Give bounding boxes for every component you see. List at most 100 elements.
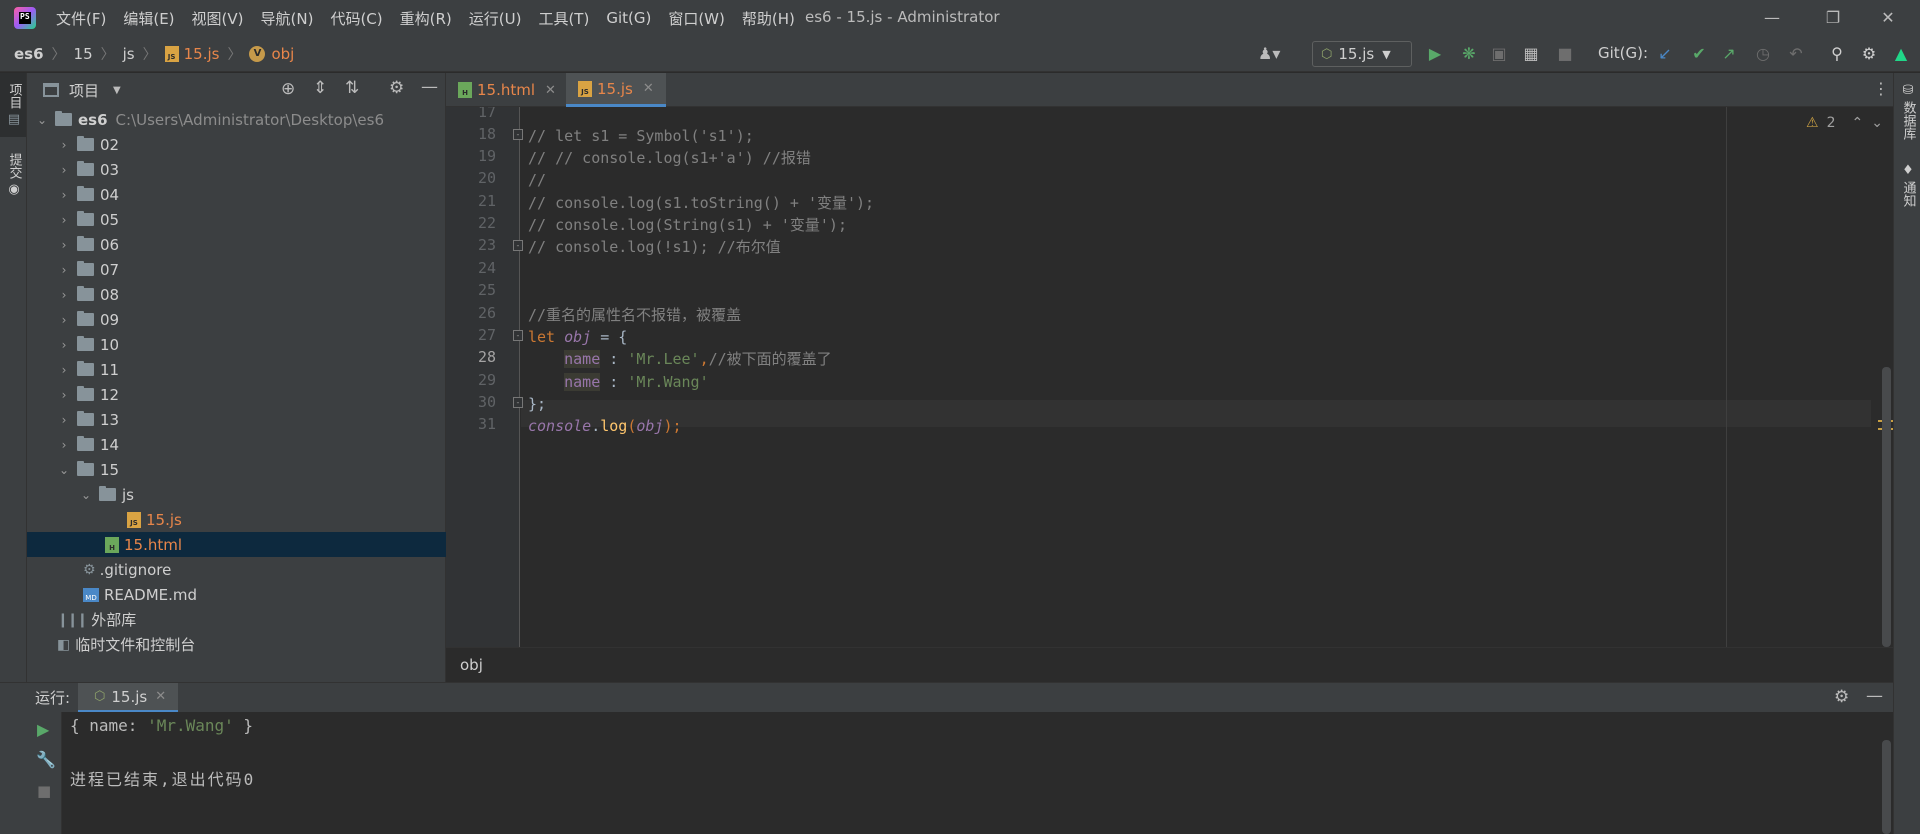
chevron-right-icon[interactable]: › [57,213,71,227]
code-editor[interactable]: 17 18 19 20 21 22 23 24 25 26 27 28 29 3… [446,107,1893,647]
run-tab-15js[interactable]: ⬡ 15.js ✕ [78,683,179,713]
tree-folder-10[interactable]: › 10 [27,332,446,357]
git-push-icon[interactable]: ↗ [1718,43,1740,65]
fold-end-icon[interactable]: - [513,397,523,408]
fold-end-icon[interactable]: - [513,240,523,251]
chevron-right-icon[interactable]: › [57,138,71,152]
breadcrumb-js[interactable]: js [123,45,135,63]
search-icon[interactable]: ⚲ [1826,43,1848,65]
collapse-all-icon[interactable]: ⇅ [345,78,359,98]
inspection-indicator[interactable]: ⚠ 2 ⌃ ⌄ [1806,115,1883,131]
close-tab-icon[interactable]: ✕ [155,689,166,704]
menu-help[interactable]: 帮助(H) [742,8,795,29]
menu-file[interactable]: 文件(F) [56,8,106,29]
tree-file-15html[interactable]: H 15.html [27,532,446,557]
tree-folder-04[interactable]: › 04 [27,182,446,207]
tab-15js[interactable]: JS 15.js ✕ [566,73,666,107]
tree-folder-15[interactable]: ⌄ 15 [27,457,446,482]
chevron-down-icon[interactable]: ⌄ [35,113,49,127]
tab-15html[interactable]: H 15.html ✕ [446,73,568,107]
breadcrumb-obj[interactable]: obj [271,45,294,63]
chevron-right-icon[interactable]: › [57,288,71,302]
chevron-right-icon[interactable]: › [57,188,71,202]
minimize-icon[interactable]: — [1760,6,1784,30]
user-icon[interactable]: ♟▾ [1258,43,1280,65]
chevron-right-icon[interactable]: › [57,163,71,177]
notifications-tool-tab[interactable]: ♦ 通知 [1898,163,1918,207]
locate-icon[interactable]: ⊕ [281,79,295,99]
editor-breadcrumb-obj[interactable]: obj [460,656,483,674]
git-history-icon[interactable]: ◷ [1752,43,1774,65]
wrench-icon[interactable]: 🔧 [36,750,56,769]
tree-file-gitignore[interactable]: ⚙ .gitignore [27,557,446,582]
chevron-down-icon[interactable]: ⌄ [57,463,71,477]
chevron-down-icon[interactable]: ⌄ [1871,115,1883,131]
project-tool-tab[interactable]: 项目 ▤ [4,83,24,127]
rerun-icon[interactable]: ▶ [37,720,49,739]
tree-folder-08[interactable]: › 08 [27,282,446,307]
tree-folder-12[interactable]: › 12 [27,382,446,407]
tree-folder-05[interactable]: › 05 [27,207,446,232]
gear-icon[interactable]: ⚙ [1858,43,1880,65]
commit-tool-tab[interactable]: 提交 ◉ [4,153,24,197]
close-tab-icon[interactable]: ✕ [545,83,556,98]
profiler-icon[interactable]: ▦ [1520,43,1542,65]
tree-folder-06[interactable]: › 06 [27,232,446,257]
console-scrollbar[interactable] [1882,740,1891,834]
tree-scratches[interactable]: ◧ 临时文件和控制台 [27,632,446,657]
chevron-up-icon[interactable]: ⌃ [1851,115,1863,131]
chevron-right-icon[interactable]: › [57,438,71,452]
chevron-down-icon[interactable]: ⌄ [79,488,93,502]
chevron-right-icon[interactable]: › [57,238,71,252]
menu-view[interactable]: 视图(V) [192,8,244,29]
menu-edit[interactable]: 编辑(E) [123,8,174,29]
fold-marker-icon[interactable]: - [513,129,523,140]
editor-scrollbar[interactable] [1882,367,1891,647]
git-rollback-icon[interactable]: ↶ [1785,43,1807,65]
tree-file-readme[interactable]: MD README.md [27,582,446,607]
breadcrumb-15[interactable]: 15 [74,45,93,63]
tree-folder-03[interactable]: › 03 [27,157,446,182]
git-commit-icon[interactable]: ✔ [1688,43,1710,65]
tree-folder-09[interactable]: › 09 [27,307,446,332]
tree-root-es6[interactable]: ⌄ es6 C:\Users\Administrator\Desktop\es6 [27,107,446,132]
menu-code[interactable]: 代码(C) [330,8,382,29]
hide-panel-icon[interactable]: — [1866,686,1883,706]
git-update-icon[interactable]: ↙ [1654,43,1676,65]
run-config-selector[interactable]: ⬡ 15.js ▼ [1312,41,1412,67]
restore-icon[interactable]: ❐ [1821,6,1845,30]
close-icon[interactable]: ✕ [1876,6,1900,30]
tree-folder-11[interactable]: › 11 [27,357,446,382]
chevron-right-icon[interactable]: › [57,313,71,327]
chevron-right-icon[interactable]: › [57,263,71,277]
chevron-right-icon[interactable]: › [57,388,71,402]
more-tabs-icon[interactable]: ⋮ [1873,79,1889,98]
expand-all-icon[interactable]: ⇕ [313,78,327,98]
menu-tools[interactable]: 工具(T) [538,8,589,29]
debug-icon[interactable]: ❋ [1458,43,1480,65]
chevron-right-icon[interactable]: › [57,413,71,427]
run-icon[interactable]: ▶ [1424,43,1446,65]
gear-icon[interactable]: ⚙ [389,78,404,98]
run-console[interactable]: { name: 'Mr.Wang' } 进程已结束,退出代码0 [62,712,1893,834]
coverage-icon[interactable]: ▣ [1488,43,1510,65]
chevron-right-icon[interactable]: › [57,338,71,352]
menu-refactor[interactable]: 重构(R) [400,8,452,29]
breadcrumb-es6[interactable]: es6 [14,45,44,63]
close-tab-icon[interactable]: ✕ [643,81,654,96]
menu-git[interactable]: Git(G) [606,9,651,27]
hide-panel-icon[interactable]: — [421,77,438,97]
tree-folder-07[interactable]: › 07 [27,257,446,282]
chevron-right-icon[interactable]: › [57,363,71,377]
tree-folder-13[interactable]: › 13 [27,407,446,432]
chevron-down-icon[interactable]: ▼ [113,85,121,96]
project-panel-title[interactable]: 项目 [69,80,99,101]
database-tool-tab[interactable]: ⛁ 数据库 [1898,83,1918,140]
gear-icon[interactable]: ⚙ [1834,687,1849,707]
tree-file-15js[interactable]: JS 15.js [27,507,446,532]
menu-run[interactable]: 运行(U) [469,8,522,29]
jetbrains-space-icon[interactable]: ▲ [1890,43,1912,65]
stop-icon[interactable]: ■ [37,782,51,800]
menu-window[interactable]: 窗口(W) [668,8,725,29]
tree-folder-14[interactable]: › 14 [27,432,446,457]
